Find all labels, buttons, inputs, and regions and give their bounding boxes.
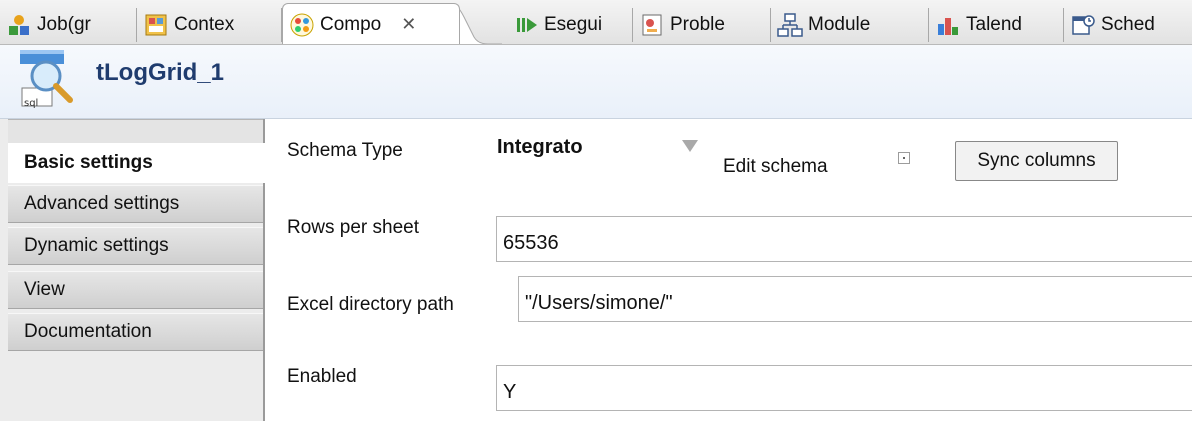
tab-scheduler[interactable]: Sched: [1064, 8, 1192, 42]
chevron-down-icon: [682, 140, 698, 152]
component-header: sql tLogGrid_1: [0, 45, 1192, 119]
tab-modules[interactable]: Module: [771, 8, 929, 42]
schema-type-select[interactable]: Integrato: [492, 130, 704, 170]
svg-text:sql: sql: [24, 98, 38, 109]
nav-item-label: View: [24, 279, 65, 300]
enabled-label: Enabled: [287, 366, 357, 387]
talend-icon: [938, 18, 958, 35]
nav-top-spacer: [8, 119, 263, 144]
edit-schema-button[interactable]: [898, 152, 910, 164]
tab-label: Sched: [1101, 14, 1155, 35]
tab-label: Contex: [174, 14, 235, 35]
problems-icon: [642, 14, 662, 36]
run-icon: [517, 18, 537, 32]
schema-type-value: Integrato: [497, 136, 583, 158]
nav-advanced-settings[interactable]: Advanced settings: [8, 185, 263, 223]
tab-job[interactable]: Job(gr: [0, 8, 137, 42]
nav-item-label: Dynamic settings: [24, 235, 169, 256]
tab-label: Module: [808, 14, 871, 35]
close-tab-icon[interactable]: ✕: [401, 14, 416, 35]
sync-columns-button[interactable]: Sync columns: [955, 141, 1118, 181]
job-icon: [9, 15, 29, 35]
rows-per-sheet-label: Rows per sheet: [287, 217, 420, 238]
nav-dynamic-settings[interactable]: Dynamic settings: [8, 227, 263, 265]
nav-item-label: Advanced settings: [24, 193, 180, 214]
tab-contexts[interactable]: Contex: [137, 8, 282, 42]
excel-directory-path-input[interactable]: [518, 276, 1192, 322]
tab-talend[interactable]: Talend: [929, 8, 1064, 42]
nav-item-label: Basic settings: [24, 152, 153, 173]
nav-item-label: Documentation: [24, 321, 152, 342]
context-icon: [145, 14, 167, 36]
scheduler-icon: [1072, 15, 1095, 35]
nav-basic-settings[interactable]: Basic settings: [8, 143, 265, 183]
excel-directory-path-label: Excel directory path: [287, 294, 454, 315]
tloggrid-component-icon: sql: [20, 50, 73, 109]
settings-nav: Basic settings Advanced settings Dynamic…: [0, 119, 265, 421]
component-icon: [290, 13, 314, 36]
tab-label: Esegui: [544, 14, 603, 35]
enabled-input[interactable]: [496, 365, 1192, 411]
schema-type-label: Schema Type: [287, 140, 403, 161]
tab-label: Proble: [670, 14, 725, 35]
tab-problems[interactable]: Proble: [633, 8, 771, 42]
nav-view[interactable]: View: [8, 271, 263, 309]
rows-per-sheet-input[interactable]: [496, 216, 1192, 262]
edit-schema-label: Edit schema: [723, 156, 828, 177]
tab-component[interactable]: Compo ✕: [282, 3, 460, 44]
tab-label: Compo: [320, 13, 382, 35]
component-title: tLogGrid_1: [96, 59, 225, 86]
view-tab-bar: Job(gr Contex Compo ✕ Esegui Proble Modu…: [0, 0, 1192, 45]
tab-label: Job(gr: [37, 14, 91, 35]
tab-label: Talend: [966, 14, 1022, 35]
modules-icon: [777, 13, 803, 37]
tab-run[interactable]: Esegui: [505, 8, 633, 42]
nav-documentation[interactable]: Documentation: [8, 313, 263, 351]
